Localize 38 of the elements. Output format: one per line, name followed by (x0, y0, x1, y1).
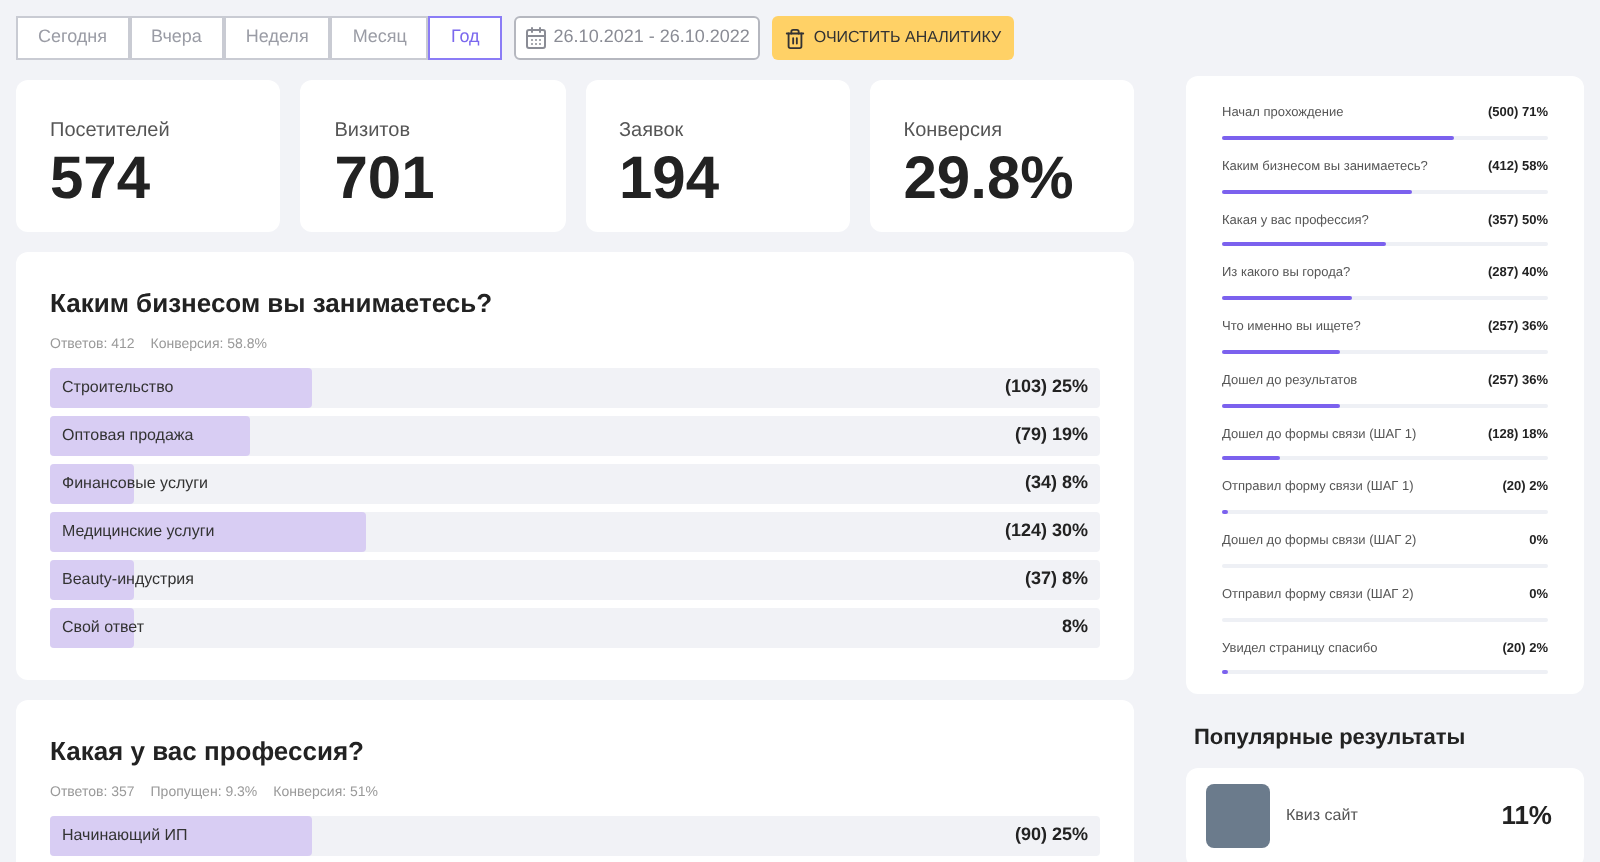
calendar-icon (523, 26, 548, 50)
date-range-text: 26.10.2021 - 26.10.2022 (553, 24, 750, 51)
answer-reading: 8% (1061, 614, 1088, 641)
result-label: Квиз сайт (1286, 803, 1360, 828)
stat-label: Визитов (334, 118, 413, 146)
stat-label: Заявок (619, 118, 686, 146)
stat-value: 194 (619, 146, 722, 214)
stat-value: 29.8% (903, 146, 1076, 214)
answer-reading: (37) 8% (1024, 566, 1088, 593)
answer-reading: (34) 8% (1024, 470, 1088, 497)
answer-reading: (103) 25% (1004, 374, 1088, 401)
answer-label: Медицинские услуги (62, 520, 215, 544)
question-title: Какая у вас профессия? (50, 734, 366, 770)
answer-label: Свой ответ (62, 616, 145, 640)
period-tab[interactable]: Сегодня (16, 16, 129, 60)
result-reading: 11% (1501, 798, 1552, 834)
answer-label: Beauty-индустрия (62, 568, 194, 592)
trash-icon (783, 27, 806, 49)
answer-reading: (90) 25% (1014, 822, 1088, 849)
question-title: Каким бизнесом вы занимаетесь? (50, 286, 495, 322)
period-tab[interactable]: Месяц (330, 16, 429, 60)
stat-value: 574 (50, 146, 153, 214)
answer-label: Начинающий ИП (62, 824, 188, 848)
period-tab[interactable]: Вчера (129, 16, 224, 60)
stat-label: Посетителей (50, 118, 172, 146)
stat-value: 701 (334, 146, 437, 214)
clear-analytics-button[interactable]: ОЧИСТИТЬ АНАЛИТИКУ (771, 16, 1014, 60)
popular-title: Популярные результаты (1194, 724, 1468, 755)
answer-reading: (79) 19% (1014, 422, 1088, 449)
period-tab[interactable]: Год (428, 16, 502, 60)
period-tab[interactable]: Неделя (223, 16, 331, 60)
photo-placeholder (1206, 783, 1270, 848)
answer-label: Финансовые услуги (62, 472, 209, 496)
answer-reading: (124) 30% (1004, 518, 1088, 545)
stat-label: Конверсия (903, 118, 1004, 146)
date-range-field[interactable]: 26.10.2021 - 26.10.2022 (513, 16, 760, 60)
answer-label: Оптовая продажа (62, 424, 194, 448)
answer-label: Строительство (62, 376, 174, 400)
